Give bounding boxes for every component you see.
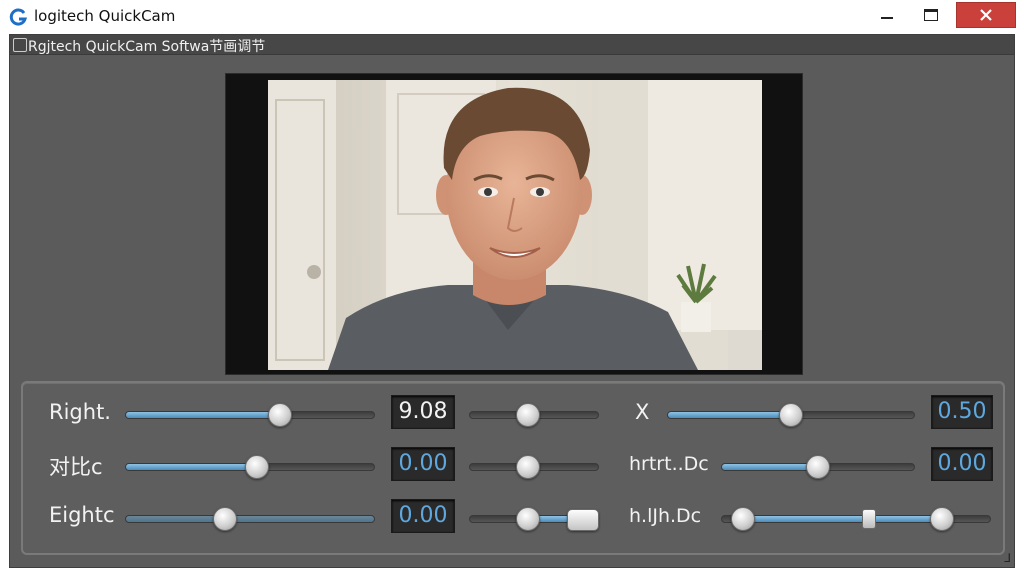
contrast-slider-fill xyxy=(126,464,258,470)
menu-bar: Rgjtech QuickCam Softwa节画调节 xyxy=(10,35,1014,55)
contrast-slider-thumb[interactable] xyxy=(245,455,270,479)
hue-slider-thumb[interactable] xyxy=(806,455,830,479)
eight-label: Eightc xyxy=(49,503,115,527)
hlj-range-slider[interactable] xyxy=(721,507,991,531)
hlj-label: h.lJh.Dc xyxy=(629,505,702,527)
eight-slider-thumb[interactable] xyxy=(213,507,238,531)
row2-mini-slider-thumb[interactable] xyxy=(515,455,540,479)
row1-mini-slider-thumb[interactable] xyxy=(515,403,540,427)
row3-range-high-thumb[interactable] xyxy=(566,509,599,531)
contrast-label: 对比c xyxy=(49,455,103,479)
menubar-title[interactable]: Rgjtech QuickCam Softwa节画调节 xyxy=(28,36,265,56)
minimize-button[interactable] xyxy=(870,2,904,28)
close-icon xyxy=(980,9,992,21)
brightness-slider-thumb[interactable] xyxy=(267,403,292,427)
brightness-label: Right. xyxy=(49,400,111,424)
hue-value[interactable]: 0.00 xyxy=(931,447,993,481)
hue-slider-fill xyxy=(722,464,818,470)
brightness-value[interactable]: 9.08 xyxy=(391,395,455,429)
eight-slider[interactable] xyxy=(125,507,375,531)
row1-mini-slider[interactable] xyxy=(469,403,599,427)
x-label: X xyxy=(635,400,650,424)
hue-slider[interactable] xyxy=(721,455,915,479)
brightness-slider[interactable] xyxy=(125,403,375,427)
maximize-button[interactable] xyxy=(914,2,948,28)
resize-grip-icon[interactable]: ⅃ xyxy=(1004,551,1011,565)
client-area: Rgjtech QuickCam Softwa节画调节 Right. 9.08 … xyxy=(9,34,1015,568)
webcam-person-image xyxy=(268,80,762,370)
x-value[interactable]: 0.50 xyxy=(931,395,993,429)
logitech-logo-icon xyxy=(9,8,28,26)
maximize-icon xyxy=(924,9,938,21)
hlj-range-fill xyxy=(743,516,942,522)
adjustment-panel: Right. 9.08 X 0.50 对比c 0.00 hrtrt..Dc 0.… xyxy=(21,381,1005,555)
quickcam-window: logitech QuickCam Rgjtech QuickCam Softw… xyxy=(0,0,1024,576)
video-preview-frame xyxy=(225,73,803,375)
hlj-range-high-thumb[interactable] xyxy=(929,507,954,531)
window-title: logitech QuickCam xyxy=(34,7,176,25)
title-bar: logitech QuickCam xyxy=(0,0,1024,34)
minimize-icon xyxy=(881,17,893,19)
contrast-slider[interactable] xyxy=(125,455,375,479)
hue-label: hrtrt..Dc xyxy=(629,453,709,475)
row2-mini-slider[interactable] xyxy=(469,455,599,479)
x-slider[interactable] xyxy=(667,403,915,427)
hlj-range-mid-thumb[interactable] xyxy=(862,509,877,529)
close-button[interactable] xyxy=(956,2,1016,28)
x-slider-fill xyxy=(668,412,791,418)
hlj-range-low-thumb[interactable] xyxy=(731,507,756,531)
brightness-slider-fill xyxy=(126,412,280,418)
webcam-video-feed xyxy=(268,80,762,370)
contrast-value[interactable]: 0.00 xyxy=(391,447,455,481)
eight-slider-fill xyxy=(126,516,374,522)
x-slider-thumb[interactable] xyxy=(779,403,803,427)
row3-range-low-thumb[interactable] xyxy=(515,507,540,531)
eight-value[interactable]: 0.00 xyxy=(391,499,455,533)
app-menu-icon[interactable] xyxy=(13,38,27,52)
row3-range-slider[interactable] xyxy=(469,507,599,531)
